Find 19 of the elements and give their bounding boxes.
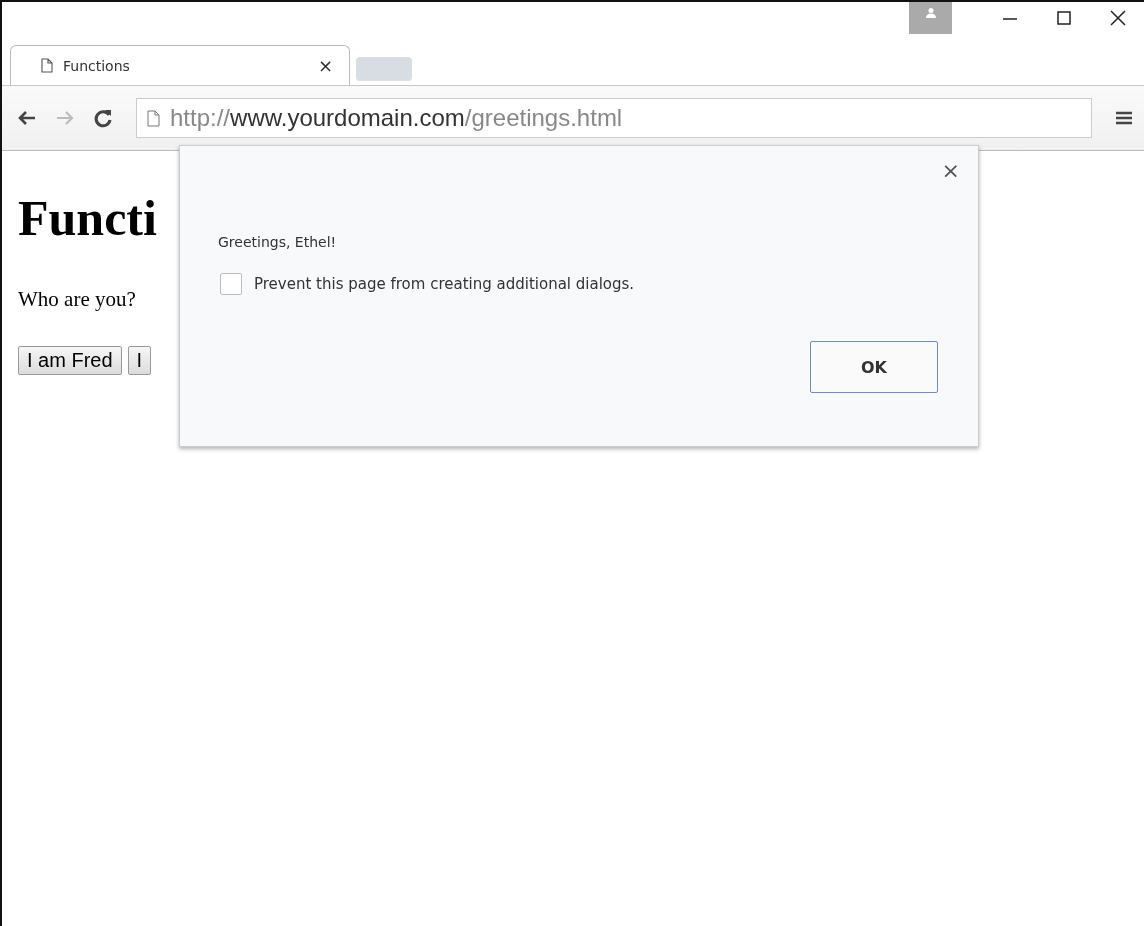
dialog-close-button[interactable]: ×	[941, 158, 960, 183]
dialog-message: Greetings, Ethel!	[218, 234, 338, 250]
maximize-icon[interactable]	[1054, 8, 1074, 28]
close-icon[interactable]	[1108, 8, 1128, 28]
checkbox[interactable]	[220, 273, 242, 295]
page-icon	[41, 58, 53, 73]
page-button[interactable]: I	[127, 346, 152, 375]
browser-tab[interactable]: Functions ×	[10, 45, 350, 85]
prompt-text: Who are you?	[18, 287, 136, 312]
checkbox-label: Prevent this page from creating additional dialogs.	[254, 275, 635, 293]
ok-button[interactable]: OK	[810, 341, 938, 393]
reload-icon[interactable]	[92, 107, 114, 129]
address-bar[interactable]: http://www.yourdomain.com/greetings.html	[136, 98, 1092, 138]
url-text: http://www.yourdomain.com/greetings.html	[170, 104, 623, 132]
tab-close-button[interactable]: ×	[317, 55, 333, 76]
page-heading: Functi	[18, 189, 157, 247]
page-button[interactable]: I am Fred	[18, 346, 122, 375]
tab-title: Functions	[63, 57, 131, 74]
page-icon	[147, 109, 160, 127]
